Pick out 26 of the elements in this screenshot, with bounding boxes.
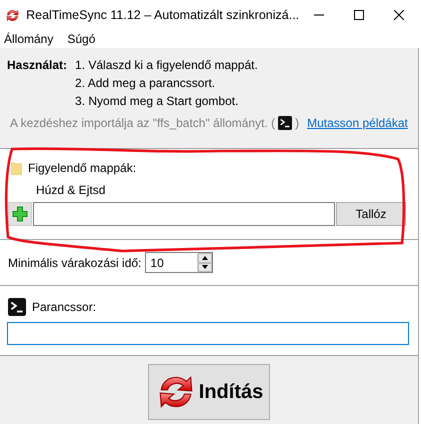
folders-label: Figyelendő mappák: <box>28 161 136 175</box>
add-folder-button[interactable] <box>8 202 32 226</box>
menu-item[interactable]: Súgó <box>67 32 96 46</box>
folder-path-field[interactable] <box>33 202 335 226</box>
sync-icon <box>5 8 20 22</box>
terminal-icon <box>8 298 26 316</box>
min-wait-label: Minimális várakozási idő: <box>8 256 142 270</box>
import-hint: A kezdéshez importálja az "ffs_batch" állományt. ( <box>10 116 276 130</box>
menu-item[interactable]: Állomány <box>4 32 54 46</box>
usage-step: 1. Válaszd ki a figyelendő mappát. <box>75 58 258 72</box>
import-hint: ) <box>295 116 300 130</box>
command-field[interactable] <box>7 322 409 345</box>
wait-time-field[interactable]: 10 <box>145 252 198 273</box>
maximize-icon[interactable] <box>354 10 364 20</box>
start-button[interactable]: Indítás <box>148 364 270 420</box>
browse-button[interactable]: Tallóz <box>336 202 406 226</box>
terminal-icon <box>278 116 292 130</box>
usage-step: 3. Nyomd meg a Start gombot. <box>75 94 258 108</box>
command-label: Parancssor: <box>32 300 96 314</box>
folder-icon <box>11 162 22 174</box>
usage-step: 2. Add meg a parancssort. <box>75 76 258 90</box>
drop-hint: Húzd & Ejtsd <box>35 182 106 197</box>
window-title: RealTimeSync 11.12 – Automatizált szinkronizá... <box>26 8 300 22</box>
examples-link[interactable]: Mutasson példákat <box>307 116 408 130</box>
usage-label: Használat: <box>7 58 68 74</box>
close-icon[interactable] <box>394 10 404 20</box>
